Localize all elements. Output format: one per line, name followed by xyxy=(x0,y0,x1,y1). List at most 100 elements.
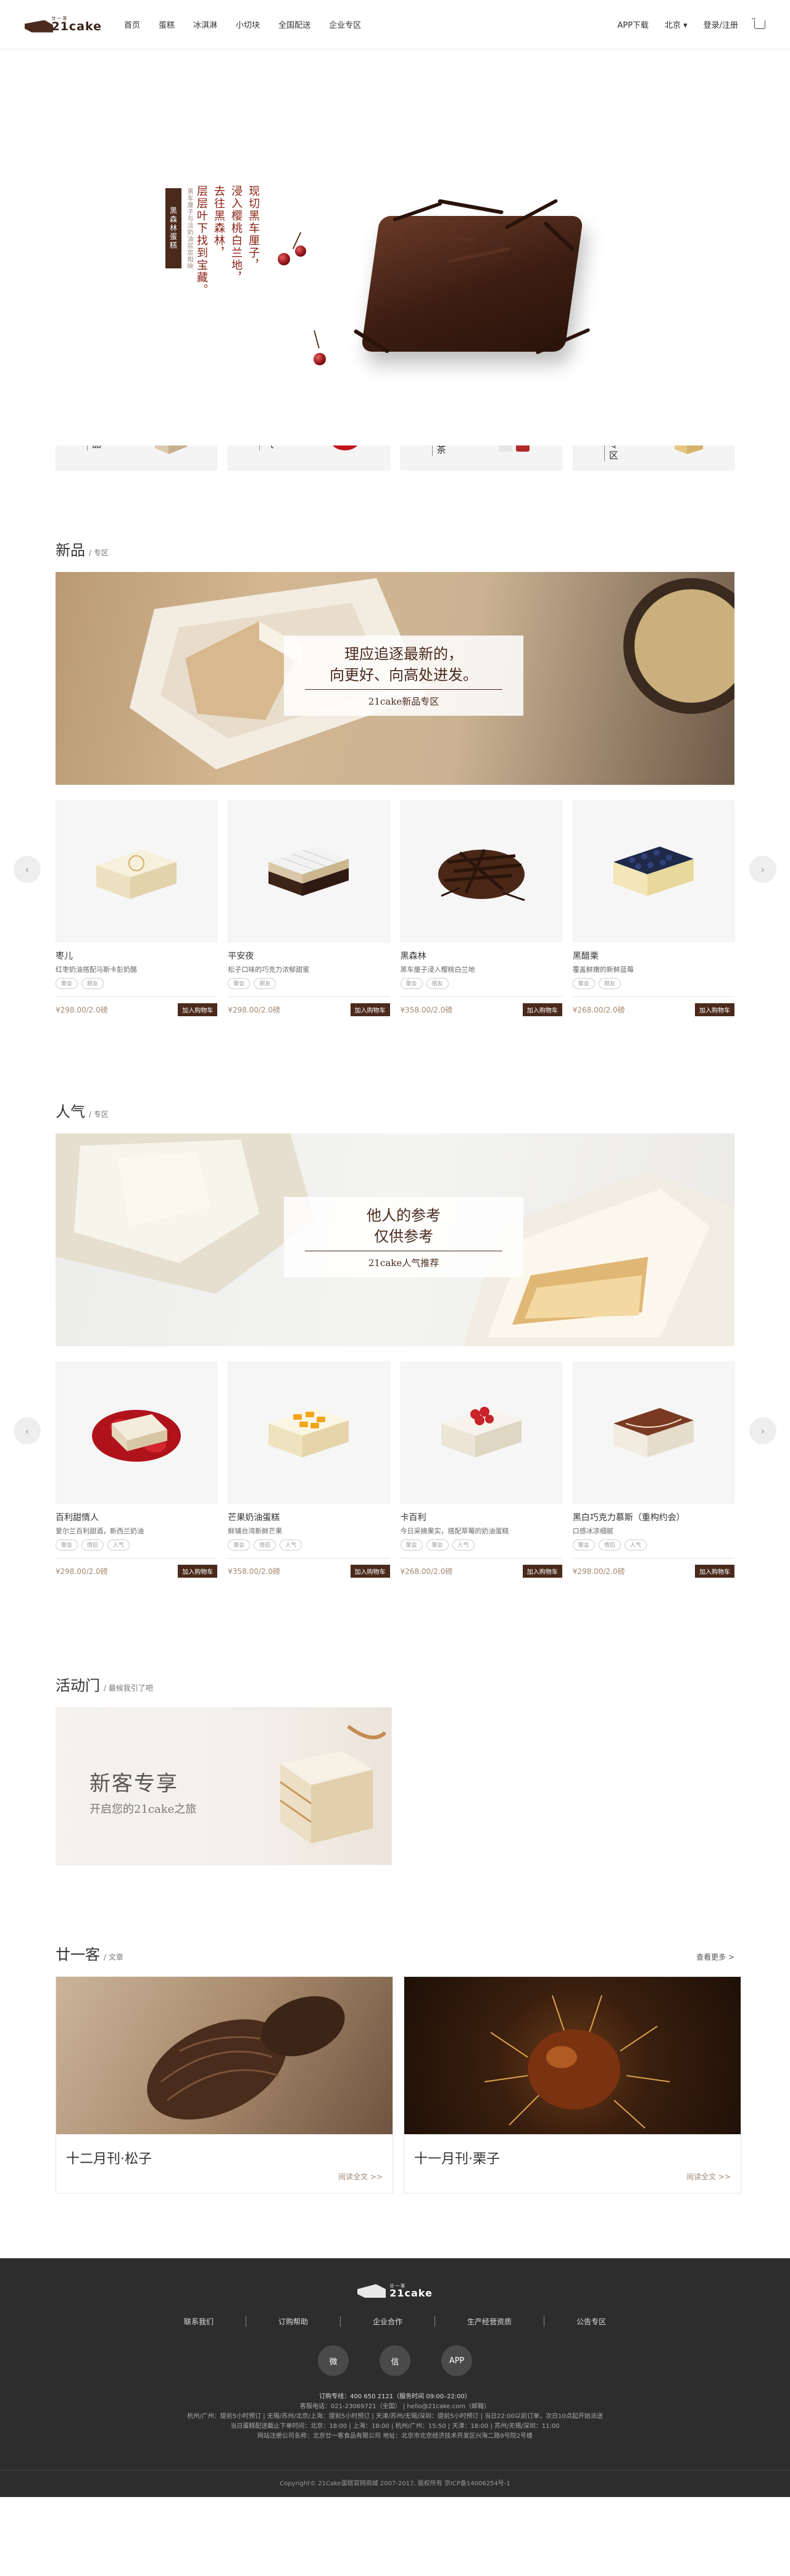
weibo-icon[interactable]: 微 xyxy=(318,2345,349,2376)
add-to-cart-button[interactable]: 加入购物车 xyxy=(522,1565,562,1578)
banner-text-box: 他人的参考 仅供参考 21cake人气推荐 xyxy=(284,1197,523,1277)
carousel-prev-button[interactable]: ‹ xyxy=(14,1417,41,1444)
product-image[interactable] xyxy=(228,800,390,942)
logo-word: 21cake xyxy=(51,20,102,33)
product-name[interactable]: 黑醋栗 xyxy=(573,950,734,962)
cherry-image xyxy=(314,353,326,365)
nav-home[interactable]: 首页 xyxy=(124,19,140,30)
product-image[interactable] xyxy=(572,800,734,942)
banner-caption: 21cake新品专区 xyxy=(368,696,439,707)
product-name[interactable]: 平安夜 xyxy=(228,950,389,962)
product-footer: ¥298.00/2.0磅 加入购物车 xyxy=(56,1558,218,1578)
login-link[interactable]: 登录/注册 xyxy=(704,19,738,30)
product-card[interactable]: 黑森林 黑车厘子浸入樱桃白兰地 聚会 朋友 ¥358.00/2.0磅 加入购物车 xyxy=(400,800,562,1016)
wechat-icon[interactable]: 信 xyxy=(380,2345,410,2376)
banner-line: 向更好、向高处进发。 xyxy=(330,666,478,684)
product-name[interactable]: 黑白巧克力慕斯（重构约会） xyxy=(573,1511,734,1523)
footer-link-license[interactable]: 生产经营资质 xyxy=(435,2316,545,2327)
popular-products-carousel: ‹ › 百利甜情人 爱尔兰百利甜酒，新西兰奶油 聚会 情侣 人气 ¥298.00/2… xyxy=(14,1362,776,1578)
product-card[interactable]: 百利甜情人 爱尔兰百利甜酒，新西兰奶油 聚会 情侣 人气 ¥298.00/2.0磅 加… xyxy=(56,1362,218,1578)
hero-title-line: 现切黑车厘子， xyxy=(247,185,260,271)
section-title: 人气 xyxy=(56,1103,85,1120)
nav-delivery[interactable]: 全国配送 xyxy=(278,19,310,30)
section-header: 廿一客 / 文章 查看更多 > xyxy=(56,1942,734,1964)
product-card[interactable]: 卡百利 今日采摘果实，搭配草莓的奶油蛋糕 聚会 聚会 人气 ¥268.00/2.0磅… xyxy=(400,1362,562,1578)
product-price: ¥298.00/2.0磅 xyxy=(56,1567,108,1576)
product-footer: ¥358.00/2.0磅 加入购物车 xyxy=(228,1558,390,1578)
mango-cake-icon xyxy=(268,1408,349,1457)
product-image[interactable] xyxy=(56,800,218,942)
nav-icecream[interactable]: 冰淇淋 xyxy=(193,19,217,30)
footer-link-help[interactable]: 订购帮助 xyxy=(246,2316,341,2327)
read-more-link[interactable]: 阅读全文 >> xyxy=(56,2171,393,2193)
product-footer: ¥298.00/2.0磅 加入购物车 xyxy=(56,996,218,1016)
product-name[interactable]: 卡百利 xyxy=(401,1511,562,1523)
new-products-section: 新品 / 专区 理应追逐最新的， 向更好、向高处进发。 21cake新品专区 ‹… xyxy=(0,538,790,1016)
add-to-cart-button[interactable]: 加入购物车 xyxy=(695,1565,734,1578)
section-title: 活动门 xyxy=(56,1677,100,1694)
carousel-next-button[interactable]: › xyxy=(749,1417,776,1444)
cart-icon[interactable] xyxy=(752,18,765,29)
product-name[interactable]: 枣儿 xyxy=(56,950,217,962)
add-to-cart-button[interactable]: 加入购物车 xyxy=(522,1003,562,1016)
footer-link-notice[interactable]: 公告专区 xyxy=(544,2316,638,2327)
site-logo[interactable]: 廿一客 21cake xyxy=(25,15,102,34)
nav-slices[interactable]: 小切块 xyxy=(236,19,260,30)
section-subtitle: / 最候我引了吧 xyxy=(104,1684,153,1692)
black-forest-cake-image xyxy=(353,198,591,355)
logo-text: 廿一客 21cake xyxy=(51,15,102,33)
footer-info: 订购专线：400 650 2121（服务时间 09:00–22:00） 客服电话… xyxy=(0,2392,790,2441)
add-to-cart-button[interactable]: 加入购物车 xyxy=(178,1003,218,1016)
product-image[interactable] xyxy=(400,1362,562,1504)
nav-enterprise[interactable]: 企业专区 xyxy=(329,19,361,30)
add-to-cart-button[interactable]: 加入购物车 xyxy=(695,1003,734,1016)
product-card[interactable]: 芒果奶油蛋糕 鲜铺台湾新鲜芒果 聚会 情侣 人气 ¥358.00/2.0磅 加入购物车 xyxy=(228,1362,390,1578)
product-image[interactable] xyxy=(228,1362,390,1504)
article-image[interactable] xyxy=(56,1977,393,2134)
new-customer-promo[interactable]: 新客专享 开启您的21cake之旅 xyxy=(56,1707,392,1865)
new-banner[interactable]: 理应追逐最新的， 向更好、向高处进发。 21cake新品专区 xyxy=(56,572,734,785)
pinecone-image xyxy=(147,1996,345,2120)
city-selector[interactable]: 北京 ▾ xyxy=(665,19,688,30)
footer-copyright: Copyright© 21Cake蛋糕官网商城 2007-2017, 版权所有 … xyxy=(0,2470,790,2497)
nav-cake[interactable]: 蛋糕 xyxy=(159,19,175,30)
add-to-cart-button[interactable]: 加入购物车 xyxy=(178,1565,218,1578)
carousel-next-button[interactable]: › xyxy=(749,856,776,883)
section-subtitle: / 专区 xyxy=(89,1110,109,1119)
popular-banner[interactable]: 他人的参考 仅供参考 21cake人气推荐 xyxy=(56,1133,734,1346)
product-tag: 人气 xyxy=(280,1539,302,1551)
product-card[interactable]: 黑白巧克力慕斯（重构约会） 口感冰凉细腻 聚会 情侣 人气 ¥298.00/2.0磅… xyxy=(572,1362,734,1578)
article-image[interactable] xyxy=(404,1977,741,2134)
app-icon[interactable]: APP xyxy=(441,2345,472,2376)
article-card[interactable]: 十一月刊·栗子 阅读全文 >> xyxy=(404,1976,741,2193)
product-name[interactable]: 芒果奶油蛋糕 xyxy=(228,1511,389,1523)
footer-hotline: 订购专线：400 650 2121（服务时间 09:00–22:00） xyxy=(319,2393,471,2400)
product-image[interactable] xyxy=(400,800,562,942)
product-tag: 人气 xyxy=(452,1539,475,1551)
product-card[interactable]: 黑醋栗 覆盖鲜嫩的新鲜蓝莓 聚会 朋友 ¥268.00/2.0磅 加入购物车 xyxy=(572,800,734,1016)
article-title[interactable]: 十二月刊·松子 xyxy=(56,2134,393,2171)
app-download-link[interactable]: APP下载 xyxy=(617,19,649,30)
hero-title-line: 去往黑森林， xyxy=(212,185,225,259)
product-name[interactable]: 百利甜情人 xyxy=(56,1511,217,1523)
hero-banner[interactable]: 黑森林蛋糕 黑车厘子与淡奶油层层相映 现切黑车厘子， 浸入樱桃白兰地， 去往黑森… xyxy=(0,49,790,445)
product-image[interactable] xyxy=(56,1362,218,1504)
product-card[interactable]: 枣儿 红枣奶油搭配马斯卡彭奶酪 聚会 朋友 ¥298.00/2.0磅 加入购物车 xyxy=(56,800,218,1016)
read-more-link[interactable]: 阅读全文 >> xyxy=(404,2171,741,2193)
article-card[interactable]: 十二月刊·松子 阅读全文 >> xyxy=(56,1976,393,2193)
product-name[interactable]: 黑森林 xyxy=(401,950,562,962)
product-card[interactable]: 平安夜 松子口味的巧克力浓郁甜蜜 聚会 朋友 ¥298.00/2.0磅 加入购物车 xyxy=(228,800,390,1016)
product-list: 百利甜情人 爱尔兰百利甜酒，新西兰奶油 聚会 情侣 人气 ¥298.00/2.0磅加… xyxy=(56,1362,734,1578)
product-tag: 朋友 xyxy=(254,978,276,989)
footer-link-cooperation[interactable]: 企业合作 xyxy=(341,2316,435,2327)
footer-link-contact[interactable]: 联系我们 xyxy=(152,2316,246,2327)
carousel-prev-button[interactable]: ‹ xyxy=(14,856,41,883)
footer-logo[interactable]: 廿一客 21cake xyxy=(0,2283,790,2299)
article-title[interactable]: 十一月刊·栗子 xyxy=(404,2134,741,2171)
product-tag: 朋友 xyxy=(598,978,621,989)
view-more-link[interactable]: 查看更多 > xyxy=(696,1952,734,1962)
add-to-cart-button[interactable]: 加入购物车 xyxy=(350,1565,390,1578)
add-to-cart-button[interactable]: 加入购物车 xyxy=(350,1003,390,1016)
product-tags: 聚会 情侣 人气 xyxy=(56,1539,217,1551)
product-image[interactable] xyxy=(572,1362,734,1504)
